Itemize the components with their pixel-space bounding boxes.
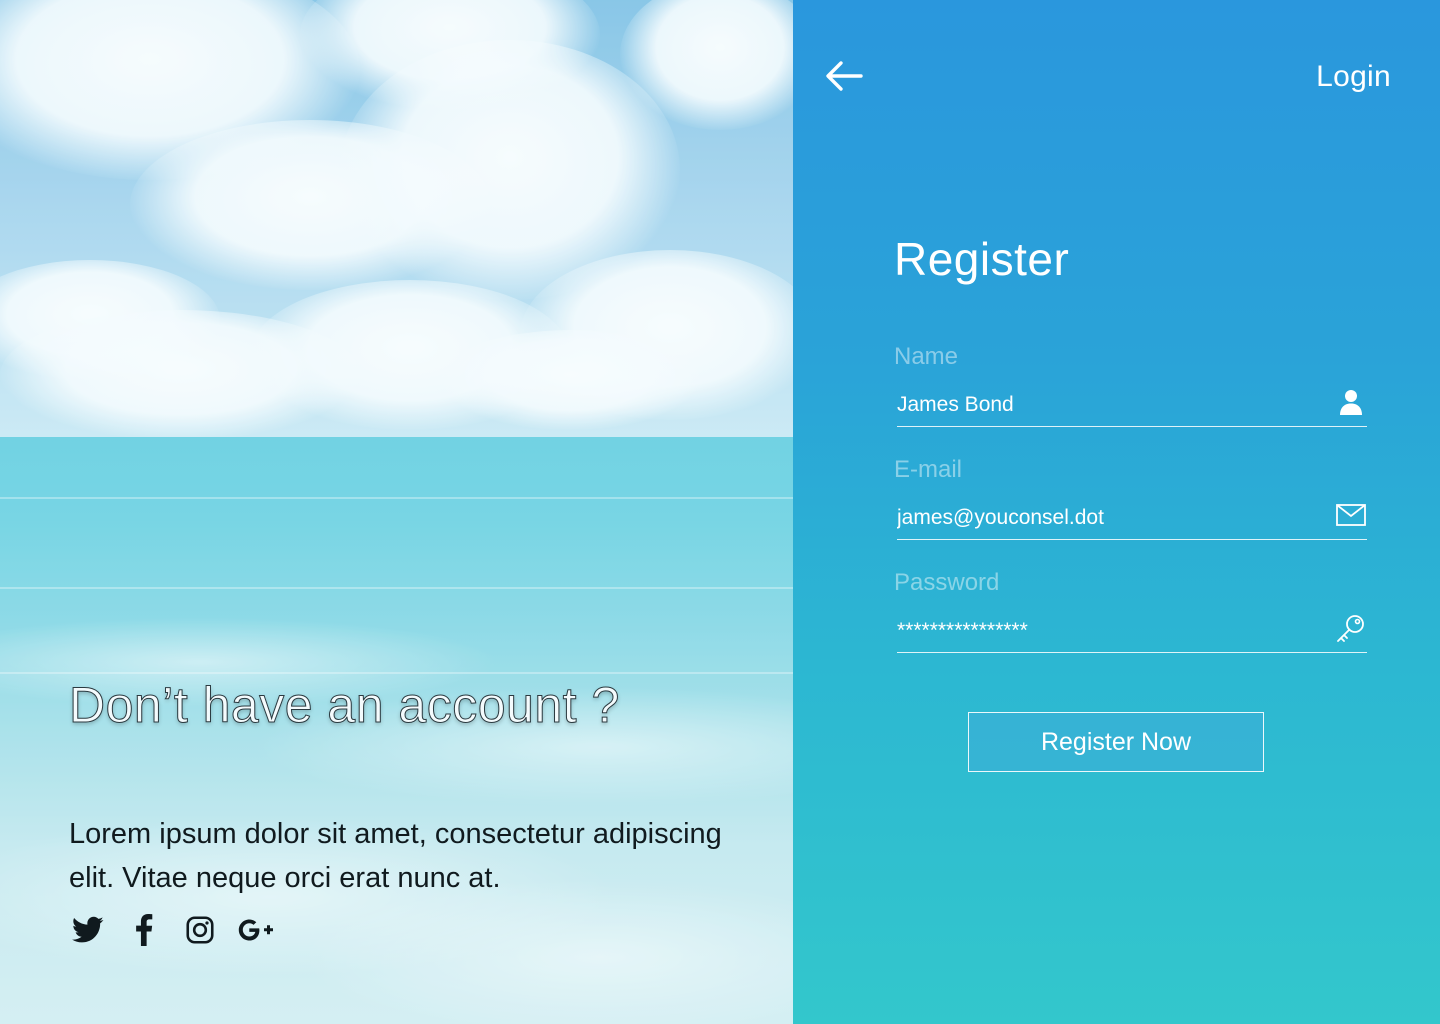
back-button[interactable]	[823, 58, 867, 94]
form-title: Register	[894, 233, 1070, 285]
password-field-row	[897, 608, 1367, 653]
email-label: E-mail	[894, 456, 963, 483]
instagram-icon[interactable]	[182, 912, 218, 948]
name-label: Name	[894, 343, 959, 370]
social-links	[70, 912, 294, 948]
password-field-group: Password	[894, 568, 1367, 653]
email-field-group: E-mail	[894, 455, 1367, 540]
hero-beach-image: Don’t have an account ? Lorem ipsum dolo…	[0, 0, 793, 1024]
arrow-left-icon	[826, 61, 863, 91]
twitter-icon[interactable]	[70, 912, 106, 948]
register-now-button[interactable]: Register Now	[968, 712, 1264, 772]
user-icon	[1335, 386, 1367, 418]
login-link[interactable]: Login	[1316, 60, 1391, 94]
register-panel: Login Register Name E-mail	[793, 0, 1440, 1024]
hero-title: Don’t have an account ?	[69, 677, 620, 734]
password-label: Password	[894, 569, 1000, 596]
email-field-row	[897, 495, 1367, 540]
email-input[interactable]	[897, 503, 1317, 533]
mail-icon	[1335, 499, 1367, 531]
key-icon	[1335, 612, 1367, 644]
google-plus-icon[interactable]	[238, 912, 274, 948]
facebook-icon[interactable]	[126, 912, 162, 948]
name-input[interactable]	[897, 390, 1317, 420]
name-field-row	[897, 382, 1367, 427]
register-page: Don’t have an account ? Lorem ipsum dolo…	[0, 0, 1440, 1024]
password-input[interactable]	[897, 616, 1317, 646]
hero-description: Lorem ipsum dolor sit amet, consectetur …	[69, 818, 722, 894]
name-field-group: Name	[894, 342, 1367, 427]
